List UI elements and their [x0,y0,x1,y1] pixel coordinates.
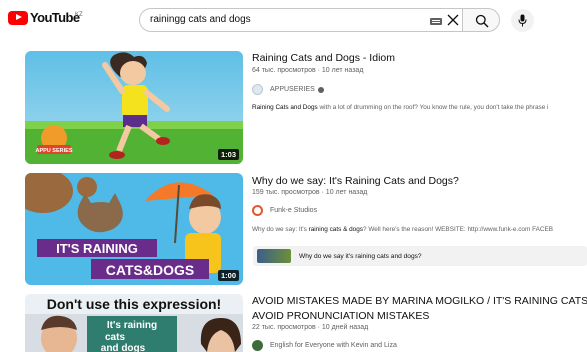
channel-avatar[interactable] [252,205,263,216]
thumbnail-badge-text: APPU SERIES [36,148,73,154]
channel-row[interactable]: APPUSERIES [252,84,324,95]
microphone-icon [518,14,527,27]
search-query-text: rainingg cats and dogs [150,14,251,25]
thumbnail-sign-line3: and dogs [101,343,146,352]
video-duration: 1:03 [217,149,239,160]
snippet-text-pre: Why do we say: It's [252,226,309,233]
thumbnail-sign-line1: It's raining [107,320,157,331]
search-icon [475,14,489,28]
video-description-snippet: Why do we say: It's raining cats & dogs?… [252,226,553,233]
video-title[interactable]: Why do we say: It's Raining Cats and Dog… [252,174,459,188]
channel-name[interactable]: English for Everyone with Kevin and Liza [270,342,397,349]
video-title-line2[interactable]: AVOID PRONUNCIATION MISTAKES [252,309,429,323]
search-input[interactable]: rainingg cats and dogs [139,8,462,32]
thumbnail-image: IT'S RAINING CATS&DOGS [25,173,243,285]
clear-search-icon[interactable] [446,13,460,27]
thumbnail-banner-text: Don't use this expression! [47,296,221,312]
channel-avatar[interactable] [252,84,263,95]
channel-row[interactable]: Funk-e Studios [252,205,317,216]
video-thumbnail[interactable]: Don't use this expression! It's raining … [25,294,243,352]
logo-text: YouTube [30,10,80,25]
thumbnail-text-line2: CATS&DOGS [106,262,194,278]
video-title[interactable]: Raining Cats and Dogs - Idiom [252,51,395,65]
masthead: YouTube KZ rainingg cats and dogs [0,0,587,42]
snippet-highlight: raining cats & dogs [308,226,363,233]
snippet-text: with a lot of drumming on the roof? You … [317,104,549,111]
video-thumbnail[interactable]: APPU SERIES 1:03 [25,51,243,164]
search-button[interactable] [462,8,500,32]
youtube-play-icon [8,10,28,25]
channel-row[interactable]: English for Everyone with Kevin and Liza [252,340,397,351]
channel-avatar[interactable] [252,340,263,351]
video-description-snippet: Raining Cats and Dogs with a lot of drum… [252,104,548,111]
snippet-text: ? Well here's the reason! WEBSITE: http:… [362,226,554,233]
verified-icon [317,86,324,93]
video-thumbnail[interactable]: IT'S RAINING CATS&DOGS 1:00 [25,173,243,285]
video-duration: 1:00 [217,270,239,281]
voice-search-button[interactable] [511,9,534,32]
youtube-logo[interactable]: YouTube KZ [8,10,83,25]
keyboard-icon[interactable] [430,18,442,25]
video-metadata: 159 тыс. просмотров · 10 лет назад [252,189,368,196]
channel-name[interactable]: APPUSERIES [270,86,315,93]
logo-country-code: KZ [75,12,83,18]
snippet-highlight: Raining Cats and Dogs [252,104,318,111]
video-metadata: 64 тыс. просмотров · 10 лет назад [252,67,364,74]
key-moment-title: Why do we say it's raining cats and dogs… [299,252,422,260]
video-metadata: 22 тыс. просмотров · 10 дней назад [252,324,369,331]
thumbnail-image: Don't use this expression! It's raining … [25,294,243,352]
key-moment-chip[interactable]: Why do we say it's raining cats and dogs… [253,246,587,266]
channel-name[interactable]: Funk-e Studios [270,207,317,214]
key-moment-thumbnail [257,249,291,263]
thumbnail-text-line1: IT'S RAINING [56,241,138,256]
video-title-line1[interactable]: AVOID MISTAKES MADE BY MARINA MOGILKO / … [252,294,587,308]
thumbnail-image: APPU SERIES [25,51,243,164]
thumbnail-sign-line2: cats [105,332,125,343]
